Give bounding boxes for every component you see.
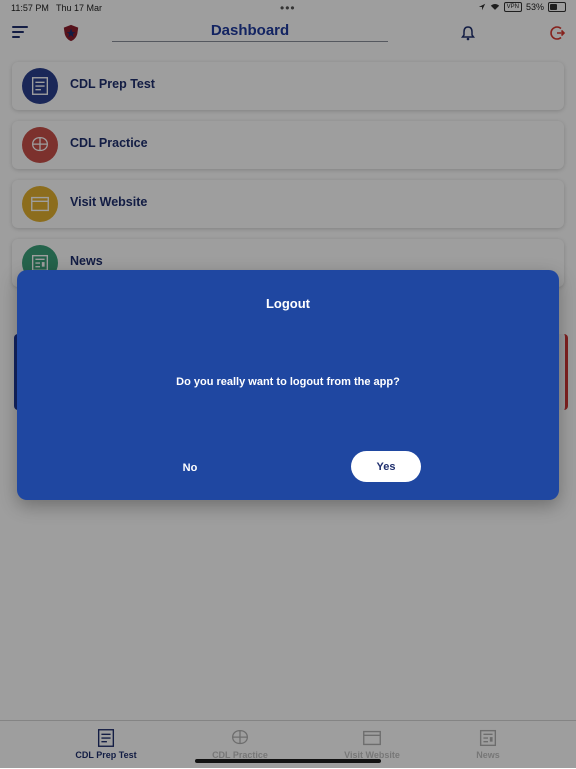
no-button[interactable]: No	[165, 452, 215, 482]
yes-button[interactable]: Yes	[351, 451, 421, 482]
dialog-title: Logout	[265, 296, 311, 311]
dialog-message: Do you really want to logout from the ap…	[176, 376, 400, 388]
logout-dialog: Logout Do you really want to logout from…	[17, 270, 559, 500]
home-indicator	[195, 759, 381, 763]
